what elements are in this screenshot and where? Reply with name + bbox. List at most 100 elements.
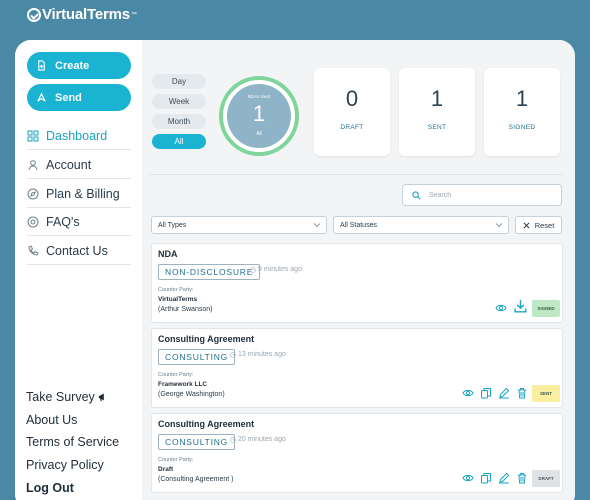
period-day[interactable]: Day — [152, 74, 206, 89]
virtualterms-logo: VirtualTerms ™ — [27, 6, 137, 23]
counter-party-label: Counter Party: — [158, 457, 194, 463]
ring-value: 1 — [252, 101, 266, 126]
nav-label: Dashboard — [46, 128, 108, 143]
document-title: NDA — [158, 249, 178, 259]
search-placeholder: Search — [429, 191, 452, 199]
log-out-link[interactable]: Log Out — [26, 481, 74, 495]
status-badge: SENT — [532, 385, 560, 402]
edit-icon[interactable] — [498, 472, 510, 484]
nav-label: Plan & Billing — [46, 186, 120, 201]
counter-party-contact: (Arthur Swanson) — [158, 306, 213, 313]
ring-sub: All — [256, 131, 262, 137]
brand-name: VirtualTerms — [42, 6, 130, 23]
copy-icon[interactable] — [480, 387, 492, 399]
stat-label: SIGNED — [508, 124, 536, 131]
trademark: ™ — [130, 11, 137, 18]
period-week[interactable]: Week — [152, 94, 206, 109]
nav-item-contact-us[interactable]: Contact Us — [27, 237, 131, 265]
timestamp-text: 13 minutes ago — [238, 351, 286, 358]
period-all[interactable]: All — [152, 134, 206, 149]
nav-item-account[interactable]: Account — [27, 151, 131, 179]
trash-icon[interactable] — [516, 472, 528, 484]
terms-of-service-link[interactable]: Terms of Service — [26, 435, 119, 449]
send-button[interactable]: Send — [27, 84, 131, 111]
document-type-tag: CONSULTING — [158, 349, 236, 365]
timestamp: 13 minutes ago — [230, 351, 286, 358]
nav-item-dashboard[interactable]: Dashboard — [27, 122, 131, 150]
counter-party-label: Counter Party: — [158, 287, 194, 293]
ring-caption: NDAs Sent — [247, 94, 271, 99]
document-type-tag: CONSULTING — [158, 434, 236, 450]
counter-party-name: Framework LLC — [158, 381, 208, 388]
nav-item-plan-billing[interactable]: Plan & Billing — [27, 180, 131, 208]
status-filter-select[interactable]: All Statuses — [333, 216, 509, 234]
clock-icon — [230, 351, 236, 358]
take-survey-link[interactable]: Take Survey — [26, 390, 108, 404]
logo-check-icon — [27, 7, 41, 22]
stat-signed[interactable]: 1 SIGNED — [484, 68, 560, 156]
nav-item-faqs[interactable]: FAQ's — [27, 208, 131, 236]
divider — [150, 174, 563, 175]
sidebar: Create Send Dashboard Account Plan & Bil… — [15, 40, 142, 500]
reset-label: Reset — [534, 220, 555, 230]
view-icon[interactable] — [495, 302, 507, 314]
timestamp: 9 minutes ago — [250, 266, 302, 273]
period-month[interactable]: Month — [152, 114, 206, 129]
help-icon — [27, 216, 39, 228]
megaphone-icon — [98, 392, 108, 402]
stat-label: SENT — [427, 124, 447, 131]
reset-button[interactable]: Reset — [515, 216, 562, 234]
view-icon[interactable] — [462, 472, 474, 484]
counter-party-label: Counter Party: — [158, 372, 194, 378]
stat-value: 0 — [345, 86, 359, 111]
about-us-link[interactable]: About Us — [26, 413, 77, 427]
card-actions — [462, 472, 528, 484]
chevron-down-icon — [495, 221, 503, 229]
document-type-tag: NON-DISCLOSURE — [158, 264, 261, 280]
user-icon — [27, 159, 39, 171]
card-actions — [495, 299, 528, 314]
status-badge: DRAFT — [532, 470, 560, 487]
clock-icon — [230, 436, 236, 443]
timestamp-text: 9 minutes ago — [258, 266, 302, 273]
stat-value: 1 — [430, 86, 444, 111]
timestamp: 20 minutes ago — [230, 436, 286, 443]
stat-sent[interactable]: 1 SENT — [399, 68, 475, 156]
ndas-sent-ring: NDAs Sent 1 All — [219, 76, 299, 156]
app-panel: Create Send Dashboard Account Plan & Bil… — [15, 40, 575, 500]
stat-label: DRAFT — [340, 124, 364, 131]
nav-label: FAQ's — [46, 214, 80, 229]
create-label: Create — [55, 59, 90, 72]
counter-party-contact: (Consulting Agreement ) — [158, 476, 234, 483]
type-filter-select[interactable]: All Types — [151, 216, 327, 234]
stat-draft[interactable]: 0 DRAFT — [314, 68, 390, 156]
document-title: Consulting Agreement — [158, 334, 255, 344]
edit-icon[interactable] — [498, 387, 510, 399]
take-survey-label: Take Survey — [26, 390, 95, 404]
search-input[interactable]: Search — [402, 184, 562, 206]
phone-icon — [27, 244, 39, 257]
trash-icon[interactable] — [516, 387, 528, 399]
stat-value: 1 — [515, 86, 529, 111]
document-card[interactable]: NDA NON-DISCLOSURE 9 minutes ago Counter… — [151, 243, 563, 323]
document-card[interactable]: Consulting Agreement CONSULTING 13 minut… — [151, 328, 563, 408]
timestamp-text: 20 minutes ago — [238, 436, 286, 443]
privacy-policy-link[interactable]: Privacy Policy — [26, 458, 104, 472]
send-icon — [36, 92, 47, 103]
view-icon[interactable] — [462, 387, 474, 399]
download-icon[interactable] — [513, 299, 528, 314]
status-badge: SIGNED — [532, 300, 560, 317]
chevron-down-icon — [313, 221, 321, 229]
dashboard-icon — [27, 130, 39, 142]
clock-icon — [250, 266, 256, 273]
ring-inner: NDAs Sent 1 All — [227, 84, 291, 148]
card-actions — [462, 387, 528, 399]
compass-icon — [27, 188, 39, 200]
type-filter-value: All Types — [158, 221, 187, 229]
counter-party-name: Draft — [158, 466, 174, 473]
copy-icon[interactable] — [480, 472, 492, 484]
dashboard-main: Day Week Month All NDAs Sent 1 All 0 DRA… — [142, 40, 575, 500]
counter-party-contact: (George Washington) — [158, 391, 225, 398]
document-card[interactable]: Consulting Agreement CONSULTING 20 minut… — [151, 413, 563, 493]
create-button[interactable]: Create — [27, 52, 131, 79]
